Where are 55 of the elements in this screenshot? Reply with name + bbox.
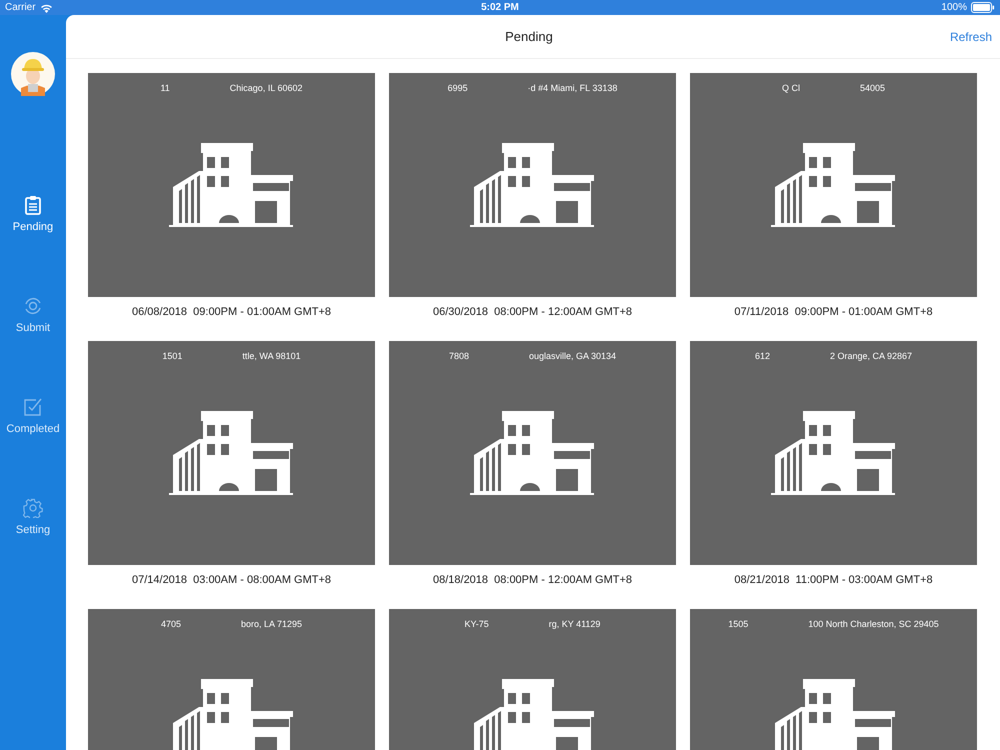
- building-icon: [168, 411, 294, 495]
- schedule-text: 06/30/2018 08:00PM - 12:00AM GMT+8: [432, 305, 634, 320]
- schedule-text: 06/08/2018 09:00PM - 01:00AM GMT+8: [130, 305, 332, 320]
- clipboard-icon: [24, 195, 42, 215]
- job-card[interactable]: Q Cl 54005: [690, 73, 977, 297]
- building-icon: [770, 143, 896, 227]
- job-card[interactable]: 612 2 Orange, CA 92867: [690, 341, 977, 565]
- schedule-text: 07/11/2018 09:00PM - 01:00AM GMT+8: [733, 305, 934, 320]
- wifi-icon: [40, 2, 53, 12]
- clock: 5:02 PM: [481, 2, 519, 13]
- address-text: boro, LA 71295: [240, 619, 302, 629]
- job-card[interactable]: 1501 ttle, WA 98101: [88, 341, 375, 565]
- sidebar-tab[interactable]: Setting: [6, 498, 60, 536]
- job-card[interactable]: 4705 boro, LA 71295: [88, 609, 375, 750]
- schedule-text: 07/14/2018 03:00AM - 08:00AM GMT+8: [130, 573, 332, 588]
- schedule-text: 08/18/2018 08:00PM - 12:00AM GMT+8: [432, 573, 634, 588]
- address-text: 1501: [162, 351, 182, 361]
- building-icon: [470, 143, 596, 227]
- worker-avatar: [11, 52, 55, 96]
- carrier-label: Carrier: [5, 2, 36, 13]
- sidebar-tab[interactable]: Submit: [6, 296, 60, 334]
- sidebar-tab[interactable]: Pending: [6, 195, 60, 233]
- address-text: 7808: [448, 351, 469, 361]
- address-text: KY-75: [464, 619, 489, 629]
- settings-icon: [22, 498, 43, 518]
- sidebar-tab[interactable]: Completed: [6, 397, 60, 435]
- address-text: 11: [160, 83, 170, 93]
- job-card[interactable]: 11 Chicago, IL 60602: [88, 73, 375, 297]
- schedule-text: 08/21/2018 11:00PM - 03:00AM GMT+8: [733, 573, 934, 588]
- address-text: rg, KY 41129: [548, 619, 600, 629]
- checkbox-icon: [22, 397, 43, 417]
- job-card[interactable]: 7808 ouglasville, GA 30134: [389, 341, 676, 565]
- address-text: Q Cl: [782, 83, 800, 93]
- address-text: ouglasville, GA 30134: [528, 351, 616, 361]
- address-text: 100 North Charleston, SC 29405: [808, 619, 939, 629]
- building-icon: [770, 411, 896, 495]
- address-text: 612: [754, 351, 770, 361]
- page-title: Pending: [504, 29, 554, 44]
- address-text: 2 Orange, CA 92867: [830, 351, 912, 361]
- address-text: ·d #4 Miami, FL 33138: [528, 83, 618, 93]
- address-text: 54005: [860, 83, 886, 93]
- address-text: Chicago, IL 60602: [230, 83, 303, 93]
- sync-icon: [22, 296, 43, 316]
- address-text: 1505: [728, 619, 748, 629]
- battery-icon: [970, 2, 995, 13]
- address-text: 6995: [448, 83, 468, 93]
- building-icon: [470, 411, 596, 495]
- job-card[interactable]: 6995 ·d #4 Miami, FL 33138: [389, 73, 676, 297]
- refresh-button[interactable]: Refresh: [932, 30, 992, 44]
- building-icon: [168, 143, 294, 227]
- job-card[interactable]: KY-75 rg, KY 41129: [389, 609, 676, 750]
- job-card[interactable]: 1505 100 North Charleston, SC 29405: [690, 609, 977, 750]
- address-text: ttle, WA 98101: [242, 351, 301, 361]
- address-text: 4705: [160, 619, 181, 629]
- battery-label: 100%: [941, 2, 967, 13]
